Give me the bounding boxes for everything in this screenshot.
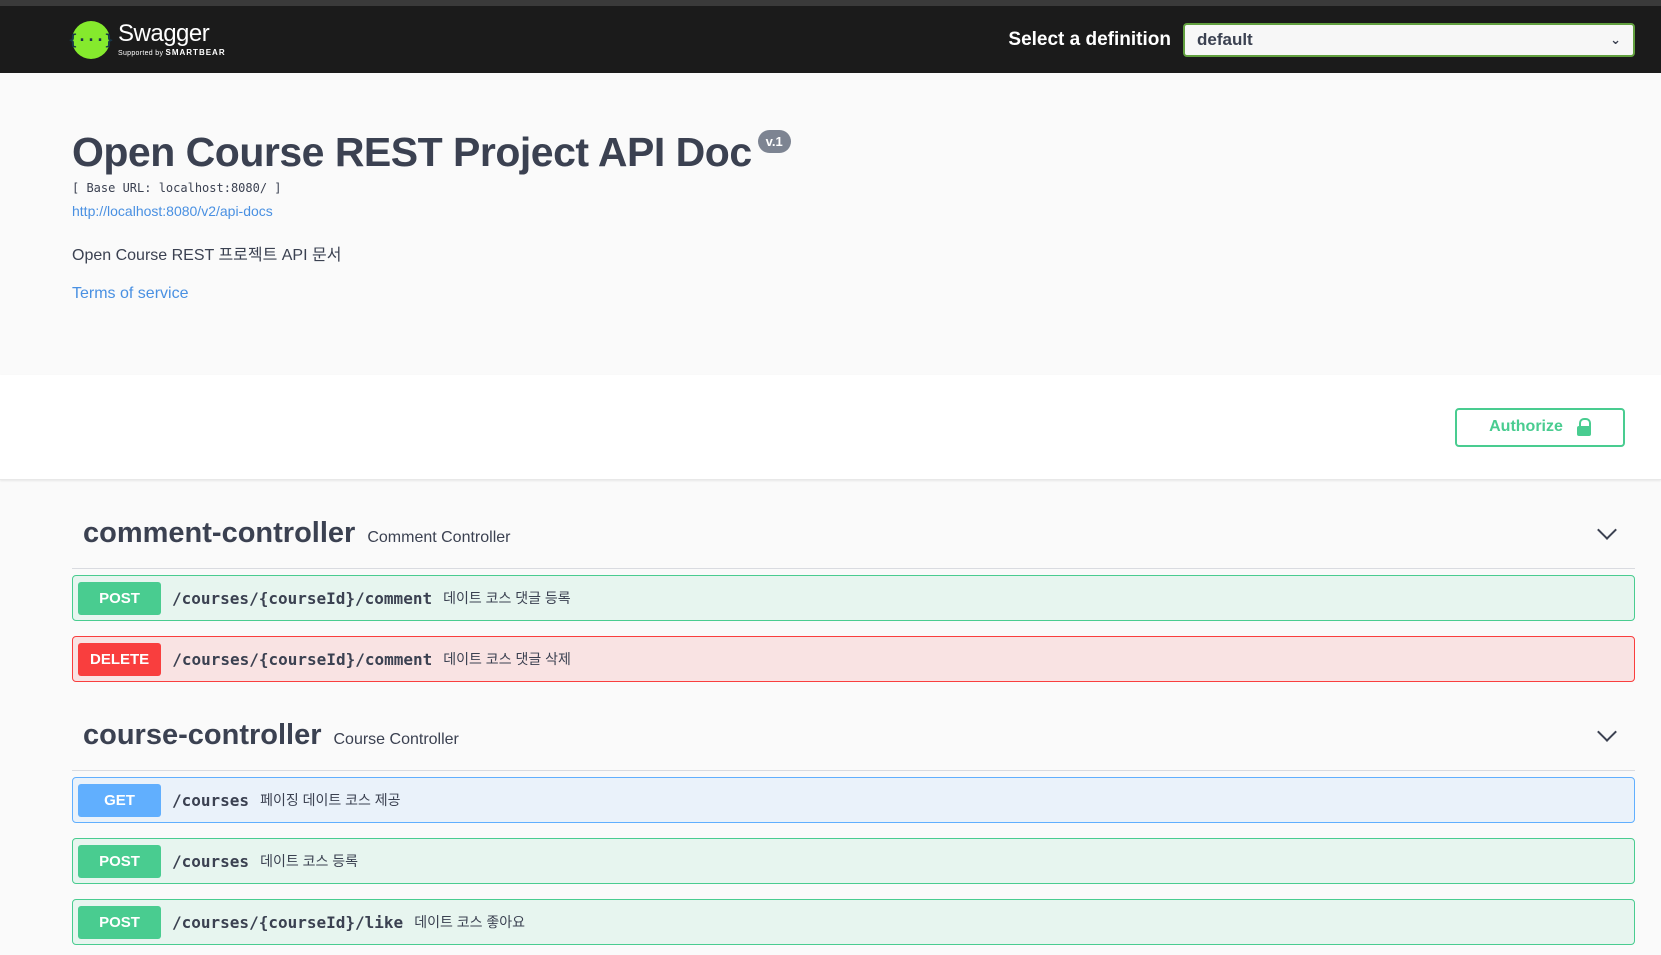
operation-summary: 데이트 코스 댓글 삭제	[443, 651, 571, 667]
tag-description: Course Controller	[333, 730, 459, 748]
swagger-logo-icon: {···}	[68, 20, 114, 59]
chevron-down-icon[interactable]	[1599, 526, 1613, 540]
swagger-logo[interactable]: {···} Swagger Supported by SMARTBEAR	[68, 20, 226, 59]
info-section: Open Course REST Project API Doc v.1 [ B…	[0, 73, 1661, 375]
spec-url-link[interactable]: http://localhost:8080/v2/api-docs	[72, 203, 1589, 219]
terms-of-service-link[interactable]: Terms of service	[72, 285, 1589, 303]
brand-name: Swagger	[118, 20, 210, 47]
scheme-container: Authorize	[0, 375, 1661, 480]
method-badge: GET	[78, 783, 161, 817]
operation-summary: 데이트 코스 등록	[260, 853, 359, 869]
operation-post-courses[interactable]: POST /courses 데이트 코스 등록	[72, 838, 1635, 884]
version-badge: v.1	[757, 130, 791, 153]
operation-post-comment[interactable]: POST /courses/{courseId}/comment 데이트 코스 …	[72, 575, 1635, 621]
operation-summary: 데이트 코스 좋아요	[414, 914, 526, 930]
operation-delete-comment[interactable]: DELETE /courses/{courseId}/comment 데이트 코…	[72, 636, 1635, 682]
brand-subtitle: Supported by SMARTBEAR	[118, 48, 226, 58]
authorize-label: Authorize	[1489, 418, 1563, 435]
definition-select[interactable]: default ⌄	[1183, 22, 1635, 57]
operation-get-courses[interactable]: GET /courses 페이징 데이트 코스 제공	[72, 777, 1635, 823]
tag-comment-controller[interactable]: comment-controller Comment Controller	[72, 498, 1635, 569]
method-badge: POST	[78, 844, 161, 878]
definition-value: default	[1197, 29, 1253, 49]
api-description: Open Course REST 프로젝트 API 문서	[72, 247, 342, 265]
operation-path: /courses	[172, 790, 250, 810]
chevron-down-icon[interactable]	[1599, 728, 1613, 742]
definition-label: Select a definition	[1008, 28, 1171, 50]
authorize-button[interactable]: Authorize	[1455, 407, 1625, 447]
operation-path: /courses/{courseId}/comment	[172, 649, 433, 669]
operation-summary: 페이징 데이트 코스 제공	[260, 792, 401, 808]
base-url: [ Base URL: localhost:8080/ ]	[72, 181, 282, 196]
method-badge: POST	[78, 581, 161, 615]
operation-summary: 데이트 코스 댓글 등록	[443, 590, 571, 606]
lock-icon	[1576, 418, 1591, 436]
operation-path: /courses	[172, 851, 250, 871]
method-badge: DELETE	[78, 642, 162, 676]
operations-list: comment-controller Comment Controller PO…	[0, 498, 1661, 945]
chevron-down-icon: ⌄	[1610, 31, 1621, 47]
tag-course-controller[interactable]: course-controller Course Controller	[72, 700, 1635, 771]
tag-name: comment-controller	[83, 516, 356, 549]
method-badge: POST	[78, 905, 161, 939]
topbar: {···} Swagger Supported by SMARTBEAR Sel…	[0, 6, 1661, 73]
operation-path: /courses/{courseId}/like	[172, 912, 404, 932]
operation-path: /courses/{courseId}/comment	[172, 588, 433, 608]
tag-name: course-controller	[83, 718, 322, 751]
page-title: Open Course REST Project API Doc	[72, 129, 752, 175]
tag-description: Comment Controller	[367, 528, 511, 546]
operation-post-course-like[interactable]: POST /courses/{courseId}/like 데이트 코스 좋아요	[72, 899, 1635, 945]
